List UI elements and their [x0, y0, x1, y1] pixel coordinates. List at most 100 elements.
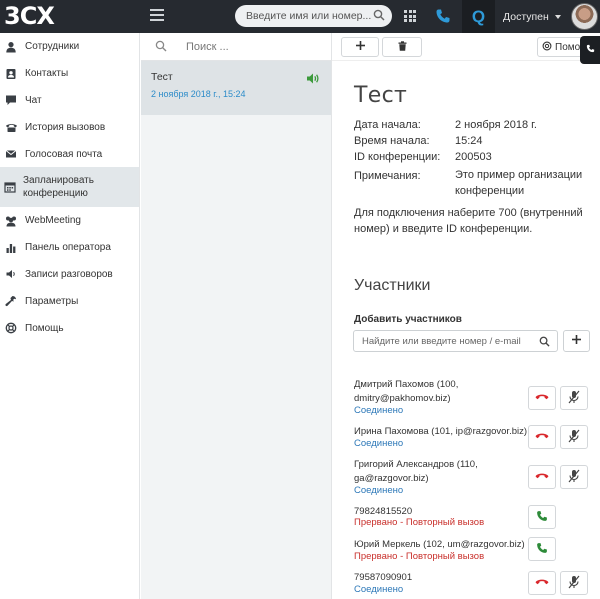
sidebar-item-settings[interactable]: Параметры	[0, 288, 139, 315]
conference-detail: Помо Тест Дата начала: 2 ноября 2018 г. В…	[332, 33, 600, 599]
sidebar: Сотрудники Контакты Чат История вызовов …	[0, 33, 140, 599]
hangup-button[interactable]	[528, 425, 556, 449]
add-button[interactable]	[341, 37, 379, 57]
list-item-name: Тест	[151, 71, 173, 83]
user-icon	[4, 40, 18, 54]
calendar-icon	[4, 180, 16, 194]
presence-status-dropdown[interactable]: Доступен	[503, 11, 561, 23]
conference-details: Дата начала: 2 ноября 2018 г. Время начал…	[354, 117, 594, 199]
sidebar-item-chat[interactable]: Чат	[0, 87, 139, 114]
avatar[interactable]	[571, 3, 598, 30]
users-icon	[4, 214, 18, 228]
hamburger-menu-icon[interactable]	[150, 9, 164, 23]
search-icon[interactable]	[539, 336, 550, 350]
list-item-date: 2 ноября 2018 г., 15:24	[151, 89, 246, 99]
lifebuoy-icon	[4, 321, 18, 335]
sidebar-item-label: История вызовов	[25, 121, 106, 133]
plus-icon	[355, 41, 365, 53]
call-button[interactable]	[528, 537, 556, 561]
phone-history-icon	[4, 120, 18, 134]
dial-in-hint: Для подключения наберите 700 (внутренний…	[354, 207, 583, 235]
sidebar-item-label: WebMeeting	[25, 215, 81, 227]
add-participant-button[interactable]	[563, 330, 590, 352]
list-item[interactable]: Тест 2 ноября 2018 г., 15:24	[141, 61, 331, 115]
add-participants-label: Добавить участников	[354, 314, 462, 325]
toolbar: Помо	[332, 33, 600, 64]
search-icon[interactable]	[373, 9, 385, 24]
envelope-icon	[4, 147, 18, 161]
sidebar-item-schedule-conference[interactable]: Запланировать конференцию	[0, 167, 139, 208]
presence-status-label: Доступен	[503, 11, 549, 23]
sidebar-item-help[interactable]: Помощь	[0, 315, 139, 342]
detail-row: Дата начала: 2 ноября 2018 г.	[354, 117, 594, 133]
contacts-icon	[4, 67, 18, 81]
sidebar-item-label: Чат	[25, 94, 42, 106]
participants-heading: Участники	[354, 277, 431, 294]
queue-button[interactable]: Q	[462, 0, 495, 33]
app-logo[interactable]: 3CX	[4, 4, 55, 29]
mute-button[interactable]	[560, 465, 588, 489]
sidebar-item-operator-panel[interactable]: Панель оператора	[0, 234, 139, 261]
wrench-icon	[4, 294, 18, 308]
phone-icon	[536, 542, 548, 557]
trash-icon	[398, 40, 407, 54]
hangup-icon	[535, 431, 549, 443]
apps-grid-icon[interactable]	[404, 10, 416, 22]
sidebar-item-label: Голосовая почта	[25, 148, 103, 160]
detail-key: Время начала:	[354, 135, 430, 147]
sidebar-item-employees[interactable]: Сотрудники	[0, 34, 139, 61]
detail-value: Это пример организации конференции	[455, 169, 583, 197]
hangup-button[interactable]	[528, 386, 556, 410]
list-search	[141, 33, 331, 61]
caret-down-icon	[554, 15, 561, 20]
detail-row: Время начала: 15:24	[354, 133, 594, 149]
mute-button[interactable]	[560, 425, 588, 449]
detail-row: Примечания: Это пример организации конфер…	[354, 168, 594, 199]
sidebar-item-label: Сотрудники	[25, 41, 80, 53]
mic-muted-icon	[568, 390, 580, 407]
sidebar-item-label: Записи разговоров	[25, 268, 113, 280]
bar-chart-icon	[4, 241, 18, 255]
hangup-icon	[535, 471, 549, 483]
sidebar-item-label: Параметры	[25, 295, 79, 307]
sidebar-item-label: Запланировать конференцию	[23, 175, 94, 200]
phone-icon[interactable]	[435, 8, 451, 27]
help-button-label: Помо	[555, 41, 581, 53]
sidebar-item-voicemail[interactable]: Голосовая почта	[0, 141, 139, 168]
mic-muted-icon	[568, 429, 580, 446]
top-bar: 3CX Q Доступен	[0, 0, 600, 33]
page-title: Тест	[354, 83, 408, 108]
sidebar-item-call-history[interactable]: История вызовов	[0, 114, 139, 141]
plus-icon	[572, 335, 581, 347]
search-icon	[155, 40, 167, 55]
add-participant-input[interactable]	[362, 334, 532, 349]
mute-button[interactable]	[560, 571, 588, 595]
conference-list-panel: Тест 2 ноября 2018 г., 15:24	[141, 33, 332, 599]
hangup-icon	[535, 392, 549, 404]
phone-icon	[586, 44, 595, 56]
list-search-input[interactable]	[186, 38, 316, 56]
detail-row: ID конференции: 200503	[354, 149, 594, 165]
add-participant-field[interactable]	[353, 330, 558, 352]
mic-muted-icon	[568, 575, 580, 592]
phone-icon	[536, 510, 548, 525]
mic-muted-icon	[568, 469, 580, 486]
sidebar-item-webmeeting[interactable]: WebMeeting	[0, 207, 139, 234]
hangup-button[interactable]	[528, 465, 556, 489]
delete-button[interactable]	[382, 37, 422, 57]
global-search[interactable]	[235, 5, 392, 27]
detail-value: 200503	[455, 151, 492, 163]
detail-key: Примечания:	[354, 170, 421, 182]
sidebar-item-recordings[interactable]: Записи разговоров	[0, 261, 139, 288]
detail-value: 15:24	[455, 135, 483, 147]
hangup-button[interactable]	[528, 571, 556, 595]
call-button[interactable]	[528, 505, 556, 529]
dialer-toggle-button[interactable]	[580, 36, 600, 64]
mute-button[interactable]	[560, 386, 588, 410]
detail-value: 2 ноября 2018 г.	[455, 119, 537, 131]
global-search-input[interactable]	[246, 8, 374, 24]
speaker-icon	[4, 267, 18, 281]
lifebuoy-icon	[542, 41, 552, 54]
detail-key: ID конференции:	[354, 151, 441, 163]
sidebar-item-contacts[interactable]: Контакты	[0, 60, 139, 87]
